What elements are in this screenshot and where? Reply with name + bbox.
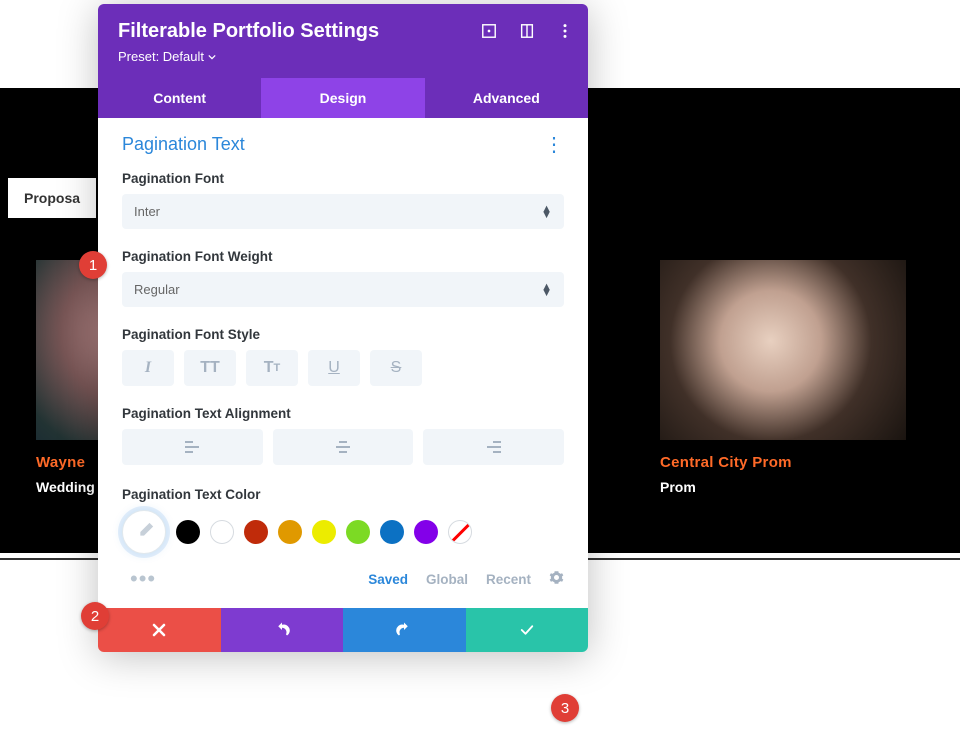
palette-saved-tab[interactable]: Saved: [368, 572, 408, 587]
align-left-button[interactable]: [122, 429, 263, 465]
eyedropper-button[interactable]: [122, 510, 166, 554]
panel-header: Filterable Portfolio Settings Preset: De…: [98, 4, 588, 78]
section-kebab-icon[interactable]: ⋮: [544, 142, 564, 148]
smallcaps-button[interactable]: TT: [246, 350, 298, 386]
palette-recent-tab[interactable]: Recent: [486, 572, 531, 587]
card-title: Central City Prom: [660, 454, 906, 471]
swatch-orange[interactable]: [278, 520, 302, 544]
swatch-blue[interactable]: [380, 520, 404, 544]
callout-2: 2: [81, 602, 109, 630]
callout-1: 1: [79, 251, 107, 279]
page-1-link[interactable]: 1: [818, 575, 827, 593]
cancel-button[interactable]: [98, 608, 221, 652]
next-link[interactable]: Next: [875, 575, 910, 593]
settings-tabs: Content Design Advanced: [98, 78, 588, 118]
settings-panel: Filterable Portfolio Settings Preset: De…: [98, 4, 588, 652]
tab-content[interactable]: Content: [98, 78, 261, 118]
pagination: 1 2 Next: [818, 575, 911, 593]
select-arrows-icon: ▲▼: [541, 206, 552, 218]
strikethrough-button[interactable]: S: [370, 350, 422, 386]
swatch-green[interactable]: [346, 520, 370, 544]
kebab-menu-icon[interactable]: [556, 22, 574, 40]
filter-tab[interactable]: Proposa: [8, 178, 96, 218]
callout-3: 3: [551, 694, 579, 722]
align-label: Pagination Text Alignment: [122, 406, 564, 421]
card-thumbnail: [660, 260, 906, 440]
card-category: Prom: [660, 479, 906, 495]
select-arrows-icon: ▲▼: [541, 284, 552, 296]
save-button[interactable]: [466, 608, 589, 652]
swatch-yellow[interactable]: [312, 520, 336, 544]
swatch-purple[interactable]: [414, 520, 438, 544]
check-icon: [518, 621, 536, 639]
palette-global-tab[interactable]: Global: [426, 572, 468, 587]
swatch-white[interactable]: [210, 520, 234, 544]
chevron-down-icon: [208, 53, 216, 61]
align-right-button[interactable]: [423, 429, 564, 465]
tab-design[interactable]: Design: [261, 78, 424, 118]
expand-icon[interactable]: [480, 22, 498, 40]
style-label: Pagination Font Style: [122, 327, 564, 342]
gear-icon[interactable]: [549, 570, 564, 588]
swatch-red[interactable]: [244, 520, 268, 544]
weight-label: Pagination Font Weight: [122, 249, 564, 264]
font-label: Pagination Font: [122, 171, 564, 186]
undo-button[interactable]: [221, 608, 344, 652]
align-center-button[interactable]: [273, 429, 414, 465]
redo-icon: [395, 621, 413, 639]
italic-button[interactable]: I: [122, 350, 174, 386]
underline-button[interactable]: U: [308, 350, 360, 386]
swatch-black[interactable]: [176, 520, 200, 544]
font-select[interactable]: Inter ▲▼: [122, 194, 564, 229]
weight-select[interactable]: Regular ▲▼: [122, 272, 564, 307]
preset-dropdown[interactable]: Preset: Default: [118, 49, 216, 64]
swatch-transparent[interactable]: [448, 520, 472, 544]
eyedropper-icon: [133, 521, 155, 543]
more-colors-icon[interactable]: •••: [122, 574, 156, 584]
responsive-icon[interactable]: [518, 22, 536, 40]
tab-advanced[interactable]: Advanced: [425, 78, 588, 118]
page-2-link[interactable]: 2: [846, 575, 855, 593]
section-title[interactable]: Pagination Text: [122, 134, 245, 155]
undo-icon: [273, 621, 291, 639]
close-icon: [151, 622, 167, 638]
color-label: Pagination Text Color: [122, 487, 564, 502]
portfolio-card[interactable]: Central City Prom Prom: [660, 260, 906, 495]
redo-button[interactable]: [343, 608, 466, 652]
uppercase-button[interactable]: TT: [184, 350, 236, 386]
